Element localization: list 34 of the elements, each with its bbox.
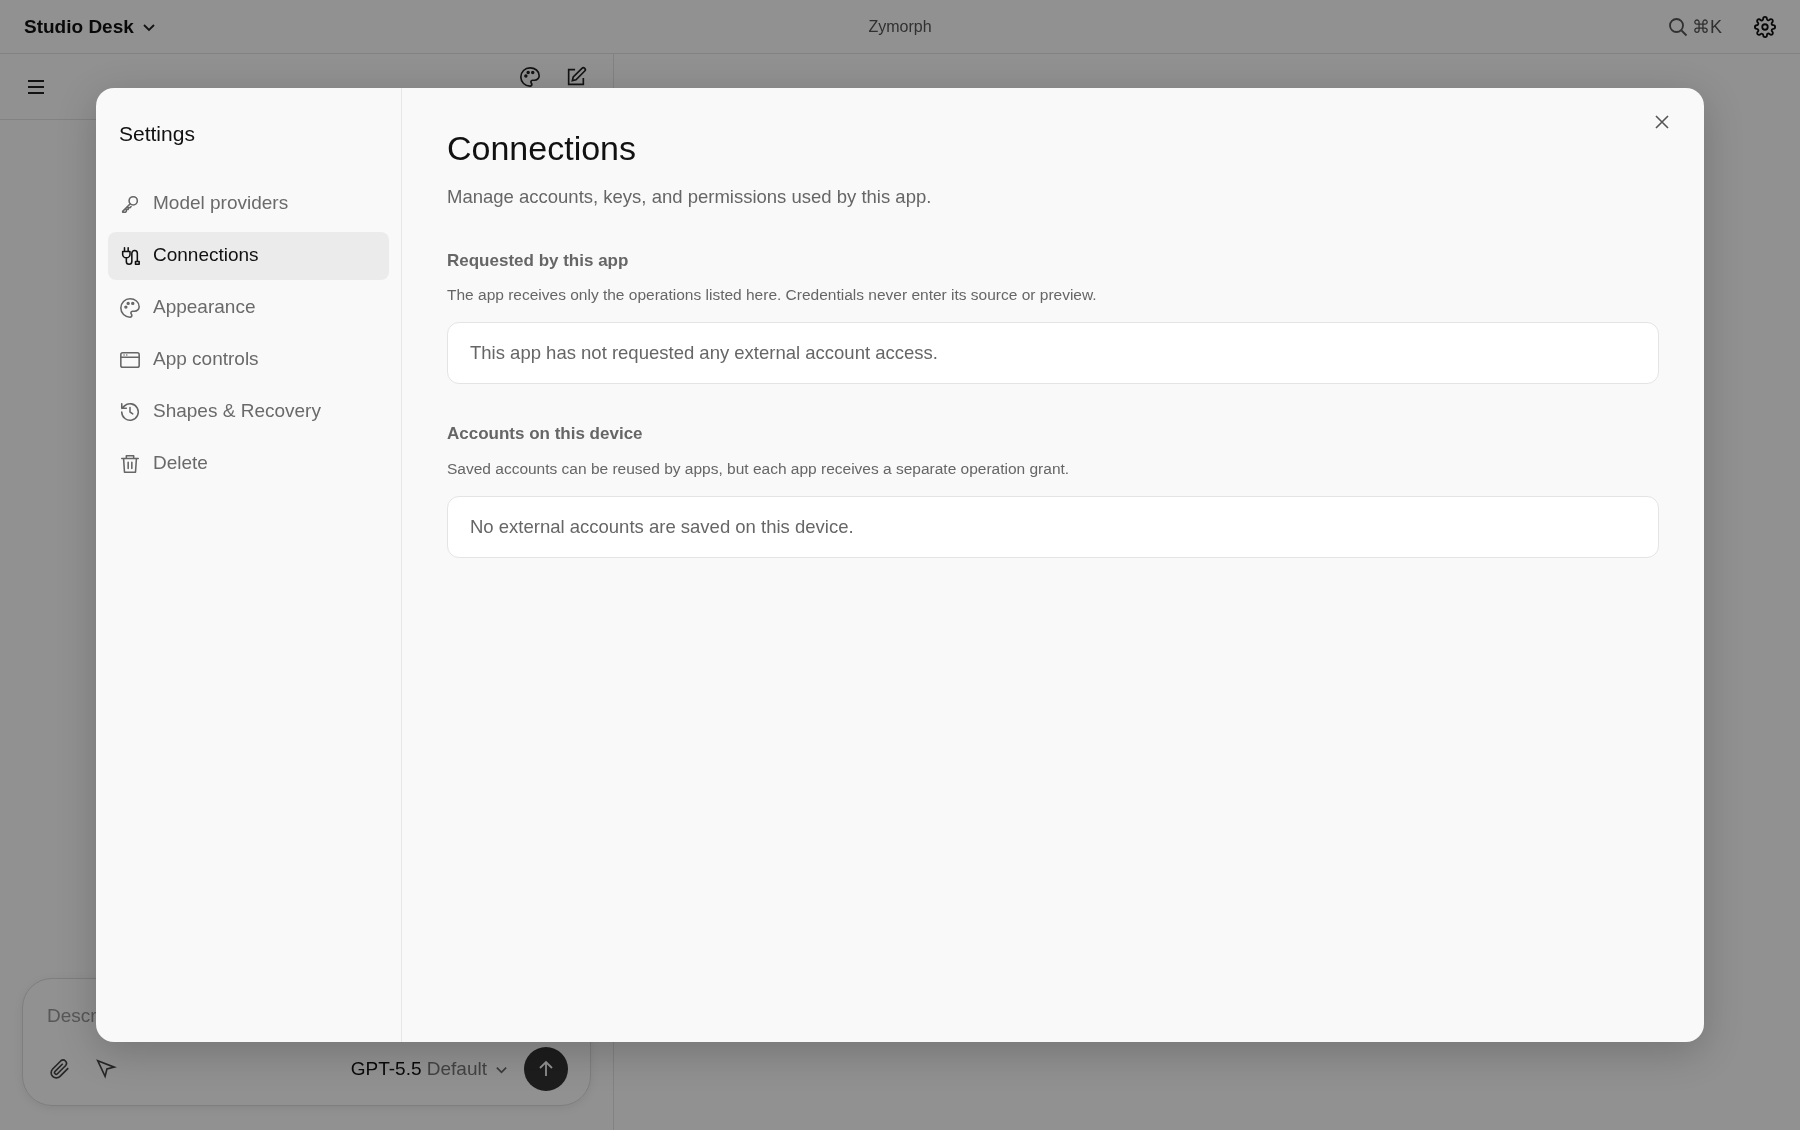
edit-icon (565, 66, 587, 88)
palette-icon (119, 296, 141, 319)
empty-state-message: This app has not requested any external account access. (447, 322, 1659, 385)
section-description: Saved accounts can be reused by apps, but each app receives a separate operation grant. (447, 458, 1071, 479)
close-icon (1654, 114, 1670, 130)
menu-icon (26, 78, 46, 95)
section-heading: Accounts on this device (447, 424, 644, 445)
settings-nav-item[interactable]: Connections (108, 231, 389, 280)
page-description: Manage accounts, keys, and permissions used by this app. (447, 184, 933, 209)
history-icon (119, 400, 141, 423)
search-icon (1668, 16, 1688, 37)
trash-icon (119, 452, 141, 475)
plug-icon (119, 244, 141, 267)
settings-title: Settings (119, 121, 196, 147)
prompt-input-field[interactable]: Descr (45, 1000, 568, 1031)
cursor-icon (95, 1058, 117, 1080)
settings-nav-item[interactable]: App controls (108, 335, 389, 384)
send-button[interactable] (524, 1047, 568, 1091)
section-heading: Requested by this app (447, 250, 630, 271)
palette-icon (519, 66, 541, 88)
page-title: Connections (447, 128, 637, 169)
search-button[interactable]: ⌘K (1664, 12, 1726, 41)
settings-nav-item[interactable]: Delete (108, 439, 389, 488)
workspace-switcher[interactable]: Studio Desk (20, 15, 160, 38)
settings-nav-item[interactable]: Appearance (108, 283, 389, 332)
section-description: The app receives only the operations listed here. Credentials never enter its source or preview. (447, 284, 1098, 305)
settings-nav-item[interactable]: Shapes & Recovery (108, 387, 389, 436)
settings-icon (1754, 15, 1776, 38)
empty-state-message: No external accounts are saved on this device. (447, 495, 1659, 558)
app-title: Zymorph (868, 16, 932, 37)
settings-nav-item[interactable]: Model providers (108, 179, 389, 228)
arrow-up-icon (537, 1060, 555, 1078)
model-selector[interactable]: GPT-5.5 Default (350, 1054, 508, 1084)
paperclip-icon (49, 1058, 71, 1080)
